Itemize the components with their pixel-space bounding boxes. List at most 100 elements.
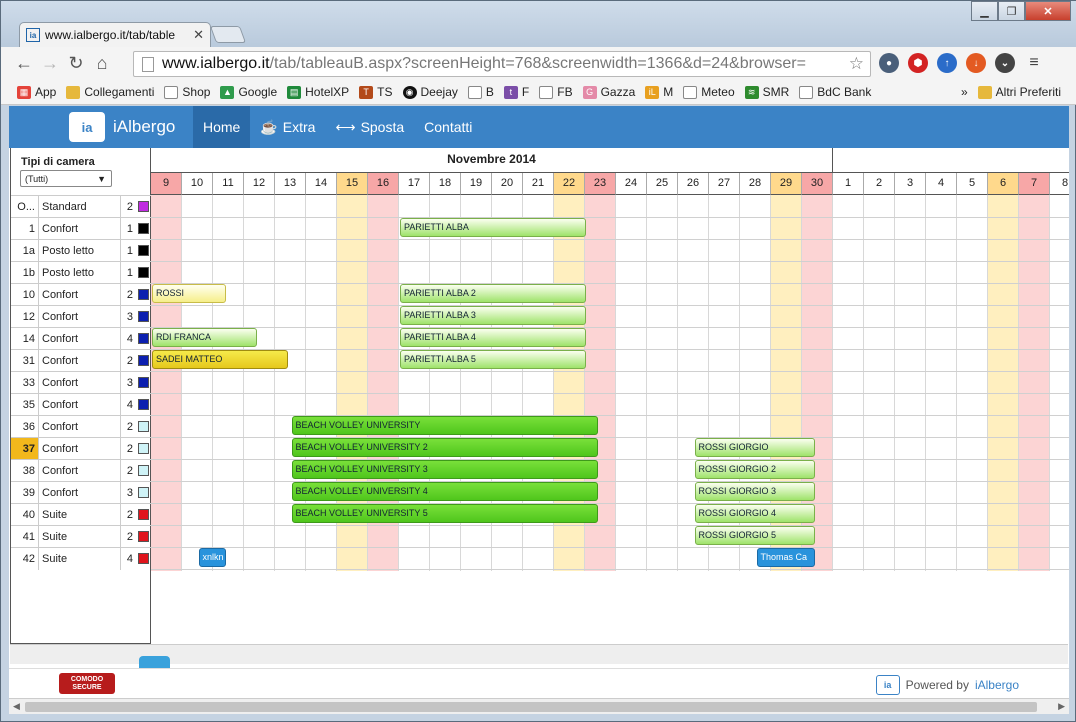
day-header[interactable]: 22 [554, 173, 585, 195]
site-logo[interactable]: ia iAlbergo [69, 112, 175, 142]
scroll-left-icon[interactable]: ◀ [13, 701, 20, 712]
bookmark-collegamenti[interactable]: Collegamenti [66, 85, 154, 99]
booking-bar[interactable]: BEACH VOLLEY UNIVERSITY 2 [291, 438, 599, 457]
room-row[interactable]: 39 Confort 3 [11, 481, 151, 504]
user-icon[interactable]: ● [879, 53, 899, 73]
day-header[interactable]: 29 [771, 173, 802, 195]
booking-bar[interactable]: PARIETTI ALBA 4 [400, 328, 586, 347]
bookmark-b[interactable]: B [467, 85, 494, 99]
day-header[interactable]: 3 [895, 173, 926, 195]
pocket-icon[interactable]: ⌄ [995, 53, 1015, 73]
booking-bar[interactable]: ROSSI GIORGIO 2 [694, 460, 816, 479]
room-row[interactable]: 38 Confort 2 [11, 459, 151, 482]
booking-bar[interactable]: Thomas Ca [756, 548, 816, 567]
address-bar[interactable]: www.ialbergo.it/tab/tableauB.aspx?screen… [133, 51, 871, 77]
bookmark-hotelxp[interactable]: ▤ HotelXP [287, 85, 349, 99]
day-header[interactable]: 13 [275, 173, 306, 195]
day-header[interactable]: 9 [151, 173, 182, 195]
scrollbar-thumb[interactable] [25, 702, 1037, 712]
menu-sposta[interactable]: ⟷ Sposta [325, 106, 414, 148]
booking-bar[interactable]: BEACH VOLLEY UNIVERSITY [291, 416, 599, 435]
day-header[interactable]: 2 [864, 173, 895, 195]
room-row[interactable]: 1 Confort 1 [11, 217, 151, 240]
download-icon[interactable]: ↓ [966, 53, 986, 73]
day-header[interactable]: 4 [926, 173, 957, 195]
bookmark-m[interactable]: iL M [645, 85, 673, 99]
booking-bar[interactable]: ROSSI GIORGIO 4 [694, 504, 816, 523]
room-row[interactable]: 14 Confort 4 [11, 327, 151, 350]
close-window-button[interactable]: ✕ [1025, 1, 1071, 21]
booking-bar[interactable]: ROSSI GIORGIO 3 [694, 482, 816, 501]
room-row[interactable]: O... Standard 2 [11, 195, 151, 218]
more-bookmarks-button[interactable]: » [961, 85, 968, 99]
room-row[interactable]: 40 Suite 2 [11, 503, 151, 526]
bookmark-star-icon[interactable]: ☆ [849, 54, 864, 74]
day-header[interactable]: 24 [616, 173, 647, 195]
day-header[interactable]: 18 [430, 173, 461, 195]
bookmark-meteo[interactable]: Meteo [683, 85, 735, 99]
booking-bar[interactable]: ROSSI GIORGIO 5 [694, 526, 816, 545]
day-header[interactable]: 26 [678, 173, 709, 195]
booking-bar[interactable]: PARIETTI ALBA 5 [400, 350, 586, 369]
menu-home[interactable]: Home [193, 106, 251, 148]
room-row[interactable]: 12 Confort 3 [11, 305, 151, 328]
close-tab-icon[interactable]: ✕ [193, 27, 204, 43]
room-row[interactable]: 31 Confort 2 [11, 349, 151, 372]
powered-by[interactable]: ia Powered by iAlbergo [875, 675, 1019, 695]
bookmark-smr[interactable]: ≋ SMR [744, 85, 789, 99]
day-header[interactable]: 15 [337, 173, 368, 195]
bookmark-bdc-bank[interactable]: BdC Bank [799, 85, 871, 99]
booking-bar[interactable]: BEACH VOLLEY UNIVERSITY 4 [291, 482, 599, 501]
bookmark-google[interactable]: ▲ Google [220, 85, 277, 99]
room-row[interactable]: 42 Suite 4 [11, 547, 151, 570]
chrome-menu-icon[interactable]: ≡ [1024, 53, 1044, 73]
room-row[interactable]: 33 Confort 3 [11, 371, 151, 394]
forward-icon[interactable]: → [37, 53, 63, 74]
room-row[interactable]: 35 Confort 4 [11, 393, 151, 416]
booking-bar[interactable]: SADEI MATTEO [152, 350, 289, 369]
room-row[interactable]: 1a Posto letto 1 [11, 239, 151, 262]
menu-contatti[interactable]: Contatti [414, 106, 482, 148]
day-header[interactable]: 1 [833, 173, 864, 195]
day-header[interactable]: 30 [802, 173, 833, 195]
day-header[interactable]: 14 [306, 173, 337, 195]
booking-bar[interactable]: ROSSI GIORGIO [694, 438, 816, 457]
day-header[interactable]: 10 [182, 173, 213, 195]
room-row[interactable]: 37 Confort 2 [11, 437, 151, 460]
room-row[interactable]: 10 Confort 2 [11, 283, 151, 306]
room-row[interactable]: 1b Posto letto 1 [11, 261, 151, 284]
room-row[interactable]: 36 Confort 2 [11, 415, 151, 438]
day-header[interactable]: 17 [399, 173, 430, 195]
horizontal-scrollbar[interactable]: ◀ ▶ [9, 698, 1069, 714]
day-header[interactable]: 12 [244, 173, 275, 195]
upload-icon[interactable]: ↑ [937, 53, 957, 73]
room-type-select[interactable]: (Tutti) ▼ [20, 170, 112, 187]
minimize-button[interactable]: ▁ [971, 1, 998, 21]
browser-tab[interactable]: ia www.ialbergo.it/tab/table ✕ [19, 22, 211, 47]
day-header[interactable]: 28 [740, 173, 771, 195]
scroll-right-icon[interactable]: ▶ [1058, 701, 1065, 712]
stop-icon[interactable]: ⬢ [908, 53, 928, 73]
home-icon[interactable]: ⌂ [89, 53, 115, 74]
day-header[interactable]: 27 [709, 173, 740, 195]
bookmark-f[interactable]: tF [503, 85, 529, 99]
back-icon[interactable]: ← [11, 53, 37, 74]
maximize-button[interactable]: ❐ [998, 1, 1025, 21]
day-header[interactable]: 8 [1050, 173, 1069, 195]
booking-bar[interactable]: PARIETTI ALBA 3 [400, 306, 586, 325]
booking-bar[interactable]: RDI FRANCA [152, 328, 258, 347]
bookmark-shop[interactable]: Shop [164, 85, 210, 99]
booking-bar[interactable]: BEACH VOLLEY UNIVERSITY 5 [291, 504, 599, 523]
bookmark-app[interactable]: ▦ App [17, 85, 56, 99]
day-header[interactable]: 5 [957, 173, 988, 195]
day-header[interactable]: 23 [585, 173, 616, 195]
bookmark-deejay[interactable]: ◉ Deejay [402, 85, 458, 99]
new-tab-button[interactable] [209, 26, 247, 43]
day-header[interactable]: 7 [1019, 173, 1050, 195]
booking-bar[interactable]: PARIETTI ALBA 2 [400, 284, 586, 303]
day-header[interactable]: 11 [213, 173, 244, 195]
booking-bar[interactable]: BEACH VOLLEY UNIVERSITY 3 [291, 460, 599, 479]
comodo-secure-badge[interactable]: COMODO SECURE [59, 673, 115, 694]
bookmark-gazza[interactable]: G Gazza [582, 85, 635, 99]
day-header[interactable]: 25 [647, 173, 678, 195]
